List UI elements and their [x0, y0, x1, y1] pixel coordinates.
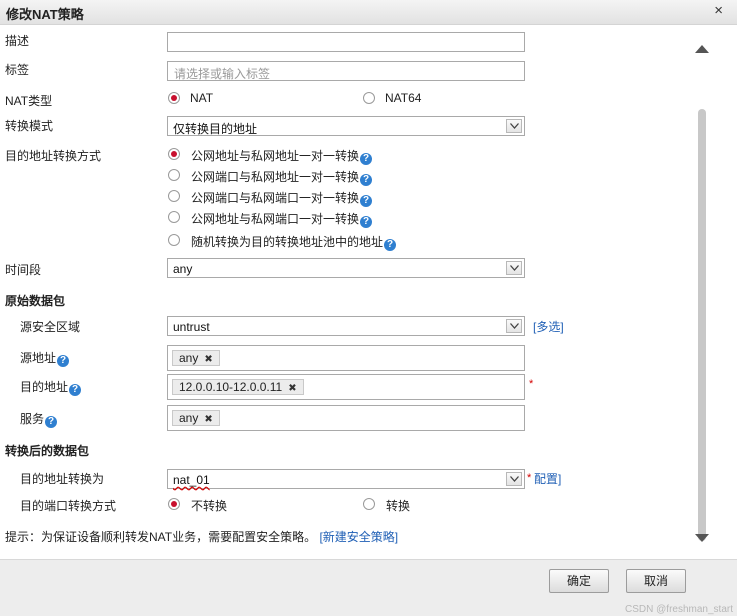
- time-range-label: 时间段: [5, 263, 42, 277]
- service-label: 服务?: [20, 410, 58, 428]
- help-icon[interactable]: ?: [360, 153, 373, 165]
- port-method-convert-radio[interactable]: [363, 498, 375, 510]
- help-icon[interactable]: ?: [69, 384, 82, 396]
- vertical-scrollbar[interactable]: [690, 26, 714, 556]
- remove-icon[interactable]: ✖: [204, 354, 212, 365]
- dst-addr-label: 目的地址?: [20, 378, 82, 396]
- dest-method-radio-5[interactable]: [168, 234, 180, 246]
- port-method-convert-text: 转换: [386, 499, 411, 513]
- dest-method-radio-1[interactable]: [168, 148, 180, 160]
- dest-method-radio-3[interactable]: [168, 190, 180, 202]
- description-input[interactable]: [167, 32, 525, 52]
- cancel-button[interactable]: 取消: [626, 569, 686, 593]
- new-security-policy-link[interactable]: [新建安全策略]: [319, 530, 398, 544]
- remove-icon[interactable]: ✖: [288, 383, 296, 394]
- dst-addr-input[interactable]: 12.0.0.10-12.0.0.11 ✖: [167, 374, 525, 400]
- dest-method-option-5: 随机转换为目的转换地址池中的地址?: [191, 233, 397, 251]
- service-input[interactable]: any ✖: [167, 405, 525, 431]
- chevron-down-icon[interactable]: [506, 319, 522, 333]
- dest-method-option-3: 公网端口与私网端口一对一转换?: [191, 189, 373, 207]
- src-addr-tag: any ✖: [172, 350, 220, 366]
- convert-mode-select[interactable]: 仅转换目的地址: [167, 116, 525, 136]
- service-tag: any ✖: [172, 410, 220, 426]
- dst-translate-select[interactable]: nat_01: [167, 469, 525, 489]
- tags-placeholder: 请选择或输入标签: [174, 67, 271, 81]
- tags-label: 标签: [5, 63, 30, 77]
- port-method-label: 目的端口转换方式: [20, 499, 117, 513]
- description-label: 描述: [5, 34, 30, 48]
- edit-nat-policy-dialog: 修改NAT策略 × 描述 标签 请选择或输入标签 NAT类型 NAT NAT64…: [0, 0, 737, 616]
- dest-method-option-2: 公网端口与私网地址一对一转换?: [191, 168, 373, 186]
- translated-packet-title: 转换后的数据包: [5, 444, 90, 458]
- nat-type-nat-text: NAT: [190, 91, 214, 105]
- remove-icon[interactable]: ✖: [204, 414, 212, 425]
- src-zone-value: untrust: [173, 320, 210, 334]
- src-addr-label: 源地址?: [20, 349, 70, 367]
- dialog-footer: 确定 取消 CSDN @freshman_start: [0, 559, 737, 616]
- scroll-up-icon[interactable]: [695, 42, 709, 56]
- help-icon[interactable]: ?: [360, 195, 373, 207]
- dest-method-option-1: 公网地址与私网地址一对一转换?: [191, 147, 373, 165]
- dest-method-option-4: 公网地址与私网端口一对一转换?: [191, 210, 373, 228]
- dst-translate-value: nat_01: [173, 473, 210, 487]
- help-icon[interactable]: ?: [45, 416, 58, 428]
- watermark: CSDN @freshman_start: [625, 604, 733, 615]
- time-range-value: any: [173, 262, 193, 276]
- help-icon[interactable]: ?: [360, 216, 373, 228]
- nat-type-nat64-radio[interactable]: [363, 92, 375, 104]
- hint-text: 提示：为保证设备顺利转发NAT业务，需要配置安全策略。 [新建安全策略]: [5, 530, 399, 544]
- help-icon[interactable]: ?: [360, 174, 373, 186]
- help-icon[interactable]: ?: [57, 355, 70, 367]
- required-marker: *: [527, 472, 532, 484]
- convert-mode-label: 转换模式: [5, 119, 54, 133]
- required-marker: *: [529, 378, 534, 390]
- chevron-down-icon[interactable]: [506, 472, 522, 486]
- port-method-none-radio[interactable]: [168, 498, 180, 510]
- port-method-none-text: 不转换: [191, 499, 228, 513]
- help-icon[interactable]: ?: [384, 239, 397, 251]
- tags-input[interactable]: 请选择或输入标签: [167, 61, 525, 81]
- nat-type-label: NAT类型: [5, 94, 53, 108]
- configure-link[interactable]: 配置]: [534, 470, 561, 487]
- src-zone-select[interactable]: untrust: [167, 316, 525, 336]
- convert-mode-value: 仅转换目的地址: [173, 122, 258, 136]
- dst-translate-label: 目的地址转换为: [20, 472, 105, 486]
- src-zone-label: 源安全区域: [20, 320, 81, 334]
- chevron-down-icon[interactable]: [506, 119, 522, 133]
- scroll-down-icon[interactable]: [695, 531, 709, 545]
- time-range-select[interactable]: any: [167, 258, 525, 278]
- ok-button[interactable]: 确定: [549, 569, 609, 593]
- dest-method-radio-4[interactable]: [168, 211, 180, 223]
- chevron-down-icon[interactable]: [506, 261, 522, 275]
- scrollbar-thumb[interactable]: [698, 109, 706, 541]
- nat-type-nat-radio[interactable]: [168, 92, 180, 104]
- dialog-titlebar: 修改NAT策略 ×: [0, 0, 737, 25]
- dst-addr-tag: 12.0.0.10-12.0.0.11 ✖: [172, 379, 304, 395]
- src-addr-input[interactable]: any ✖: [167, 345, 525, 371]
- dialog-title: 修改NAT策略: [6, 7, 84, 22]
- dest-method-radio-2[interactable]: [168, 169, 180, 181]
- close-icon[interactable]: ×: [714, 2, 723, 19]
- dest-method-label: 目的地址转换方式: [5, 149, 102, 163]
- nat-type-nat64-text: NAT64: [385, 91, 422, 105]
- multi-select-link[interactable]: [多选]: [533, 318, 564, 335]
- original-packet-title: 原始数据包: [5, 294, 66, 308]
